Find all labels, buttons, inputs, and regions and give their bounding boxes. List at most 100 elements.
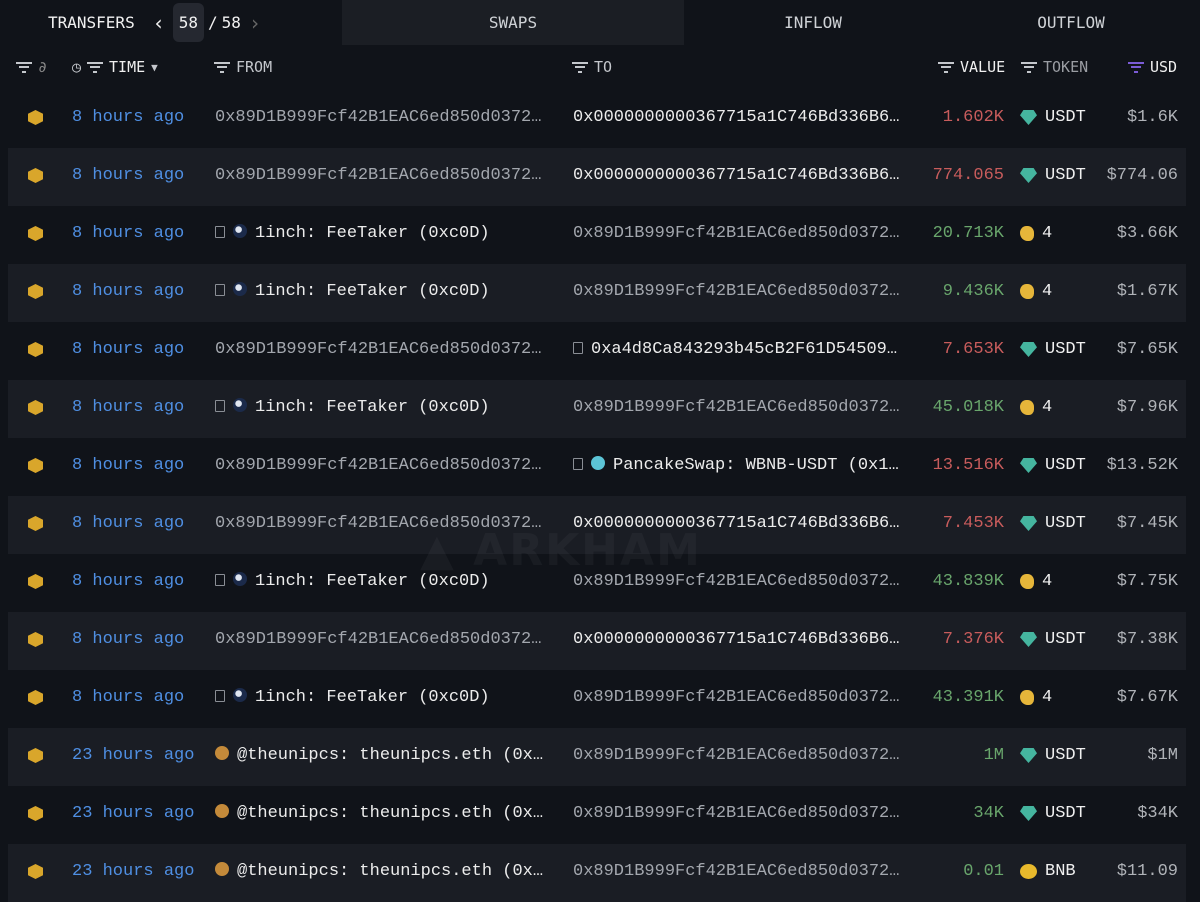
to-address[interactable]: 0x89D1B999Fcf42B1EAC6ed850d0372…: [573, 862, 899, 881]
from-address[interactable]: 1inch: FeeTaker (0xc0D): [215, 688, 490, 707]
from-address[interactable]: 0x89D1B999Fcf42B1EAC6ed850d0372…: [215, 340, 541, 359]
from-label[interactable]: 1inch: FeeTaker (0xc0D): [255, 282, 490, 301]
time-column-header[interactable]: ◷ TIME ▼: [72, 58, 158, 76]
token-symbol[interactable]: USDT: [1045, 108, 1086, 127]
token[interactable]: USDT: [1020, 804, 1086, 823]
to-label[interactable]: 0x0000000000367715a1C746Bd336B6…: [573, 166, 899, 185]
from-address[interactable]: 0x89D1B999Fcf42B1EAC6ed850d0372…: [215, 630, 541, 649]
from-address[interactable]: 1inch: FeeTaker (0xc0D): [215, 224, 490, 243]
from-address[interactable]: @theunipcs: theunipcs.eth (0x…: [215, 862, 543, 881]
token-symbol[interactable]: BNB: [1045, 862, 1076, 881]
to-label[interactable]: 0x89D1B999Fcf42B1EAC6ed850d0372…: [573, 688, 899, 707]
token-symbol[interactable]: 4: [1042, 688, 1052, 707]
prev-page-icon[interactable]: ‹: [149, 11, 169, 35]
to-label[interactable]: PancakeSwap: WBNB-USDT (0x1…: [613, 456, 899, 475]
token[interactable]: BNB: [1020, 862, 1076, 881]
value-column-header[interactable]: VALUE: [938, 58, 1005, 76]
from-label[interactable]: 0x89D1B999Fcf42B1EAC6ed850d0372…: [215, 108, 541, 127]
token-symbol[interactable]: USDT: [1045, 804, 1086, 823]
token[interactable]: USDT: [1020, 108, 1086, 127]
time-link[interactable]: 8 hours ago: [72, 572, 184, 591]
to-address[interactable]: 0x0000000000367715a1C746Bd336B6…: [573, 630, 899, 649]
token-symbol[interactable]: 4: [1042, 398, 1052, 417]
time-link[interactable]: 8 hours ago: [72, 398, 184, 417]
current-page[interactable]: 58: [172, 3, 205, 42]
table-row[interactable]: 8 hours ago 1inch: FeeTaker (0xc0D) 0x89D…: [8, 206, 1186, 264]
filter-icon[interactable]: [16, 61, 32, 73]
table-row[interactable]: 8 hours ago 1inch: FeeTaker (0xc0D) 0x89D…: [8, 670, 1186, 728]
chain-filter[interactable]: ∂: [16, 58, 47, 76]
to-label[interactable]: 0x0000000000367715a1C746Bd336B6…: [573, 630, 899, 649]
token-symbol[interactable]: USDT: [1045, 340, 1086, 359]
time-link[interactable]: 8 hours ago: [72, 456, 184, 475]
tab-swaps[interactable]: SWAPS: [342, 0, 684, 45]
table-row[interactable]: 23 hours ago @theunipcs: theunipcs.eth (…: [8, 844, 1186, 902]
from-column-header[interactable]: FROM: [214, 58, 272, 76]
token-symbol[interactable]: USDT: [1045, 456, 1086, 475]
filter-icon[interactable]: [572, 61, 588, 73]
usd-column-header[interactable]: USD: [1128, 58, 1177, 76]
token[interactable]: USDT: [1020, 340, 1086, 359]
to-label[interactable]: 0x89D1B999Fcf42B1EAC6ed850d0372…: [573, 282, 899, 301]
from-label[interactable]: @theunipcs: theunipcs.eth (0x…: [237, 746, 543, 765]
to-address[interactable]: 0xa4d8Ca843293b45cB2F61D54509…: [573, 340, 897, 359]
table-row[interactable]: 8 hours ago 0x89D1B999Fcf42B1EAC6ed850d0…: [8, 438, 1186, 496]
from-address[interactable]: @theunipcs: theunipcs.eth (0x…: [215, 804, 543, 823]
time-link[interactable]: 23 hours ago: [72, 862, 194, 881]
token[interactable]: 4: [1020, 282, 1052, 301]
tab-outflow[interactable]: OUTFLOW: [942, 0, 1200, 45]
table-row[interactable]: 23 hours ago @theunipcs: theunipcs.eth (…: [8, 786, 1186, 844]
from-label[interactable]: @theunipcs: theunipcs.eth (0x…: [237, 862, 543, 881]
time-link[interactable]: 8 hours ago: [72, 166, 184, 185]
token-symbol[interactable]: USDT: [1045, 630, 1086, 649]
time-link[interactable]: 8 hours ago: [72, 108, 184, 127]
to-label[interactable]: 0x89D1B999Fcf42B1EAC6ed850d0372…: [573, 746, 899, 765]
token[interactable]: USDT: [1020, 746, 1086, 765]
token[interactable]: 4: [1020, 572, 1052, 591]
to-label[interactable]: 0x89D1B999Fcf42B1EAC6ed850d0372…: [573, 862, 899, 881]
to-address[interactable]: 0x89D1B999Fcf42B1EAC6ed850d0372…: [573, 282, 899, 301]
table-row[interactable]: 8 hours ago 0x89D1B999Fcf42B1EAC6ed850d0…: [8, 90, 1186, 148]
time-link[interactable]: 8 hours ago: [72, 688, 184, 707]
next-page-icon[interactable]: ›: [245, 11, 265, 35]
token[interactable]: 4: [1020, 688, 1052, 707]
time-link[interactable]: 23 hours ago: [72, 804, 194, 823]
filter-active-icon[interactable]: [1128, 61, 1144, 73]
from-label[interactable]: 1inch: FeeTaker (0xc0D): [255, 398, 490, 417]
time-link[interactable]: 8 hours ago: [72, 514, 184, 533]
link-icon[interactable]: ∂: [38, 58, 47, 76]
from-address[interactable]: 0x89D1B999Fcf42B1EAC6ed850d0372…: [215, 166, 541, 185]
table-row[interactable]: 8 hours ago 1inch: FeeTaker (0xc0D) 0x89D…: [8, 264, 1186, 322]
token[interactable]: USDT: [1020, 456, 1086, 475]
table-row[interactable]: 23 hours ago @theunipcs: theunipcs.eth (…: [8, 728, 1186, 786]
from-label[interactable]: @theunipcs: theunipcs.eth (0x…: [237, 804, 543, 823]
from-address[interactable]: 1inch: FeeTaker (0xc0D): [215, 282, 490, 301]
token[interactable]: 4: [1020, 224, 1052, 243]
to-label[interactable]: 0xa4d8Ca843293b45cB2F61D54509…: [591, 340, 897, 359]
time-link[interactable]: 23 hours ago: [72, 746, 194, 765]
time-link[interactable]: 8 hours ago: [72, 282, 184, 301]
table-row[interactable]: 8 hours ago 0x89D1B999Fcf42B1EAC6ed850d0…: [8, 612, 1186, 670]
from-label[interactable]: 0x89D1B999Fcf42B1EAC6ed850d0372…: [215, 166, 541, 185]
token[interactable]: USDT: [1020, 166, 1086, 185]
from-address[interactable]: 1inch: FeeTaker (0xc0D): [215, 398, 490, 417]
time-link[interactable]: 8 hours ago: [72, 224, 184, 243]
token-symbol[interactable]: 4: [1042, 572, 1052, 591]
from-label[interactable]: 1inch: FeeTaker (0xc0D): [255, 224, 490, 243]
to-address[interactable]: 0x89D1B999Fcf42B1EAC6ed850d0372…: [573, 398, 899, 417]
token-symbol[interactable]: USDT: [1045, 166, 1086, 185]
to-address[interactable]: 0x89D1B999Fcf42B1EAC6ed850d0372…: [573, 804, 899, 823]
to-label[interactable]: 0x0000000000367715a1C746Bd336B6…: [573, 108, 899, 127]
from-label[interactable]: 0x89D1B999Fcf42B1EAC6ed850d0372…: [215, 340, 541, 359]
to-address[interactable]: PancakeSwap: WBNB-USDT (0x1…: [573, 456, 899, 475]
to-label[interactable]: 0x89D1B999Fcf42B1EAC6ed850d0372…: [573, 224, 899, 243]
table-row[interactable]: 8 hours ago 0x89D1B999Fcf42B1EAC6ed850d0…: [8, 148, 1186, 206]
from-label[interactable]: 0x89D1B999Fcf42B1EAC6ed850d0372…: [215, 630, 541, 649]
filter-icon[interactable]: [87, 61, 104, 73]
filter-icon[interactable]: [214, 61, 230, 73]
token-symbol[interactable]: 4: [1042, 224, 1052, 243]
tab-transfers[interactable]: TRANSFERS ‹ 58 / 58 ›: [0, 0, 342, 45]
to-address[interactable]: 0x89D1B999Fcf42B1EAC6ed850d0372…: [573, 746, 899, 765]
to-column-header[interactable]: TO: [572, 58, 612, 76]
time-link[interactable]: 8 hours ago: [72, 340, 184, 359]
